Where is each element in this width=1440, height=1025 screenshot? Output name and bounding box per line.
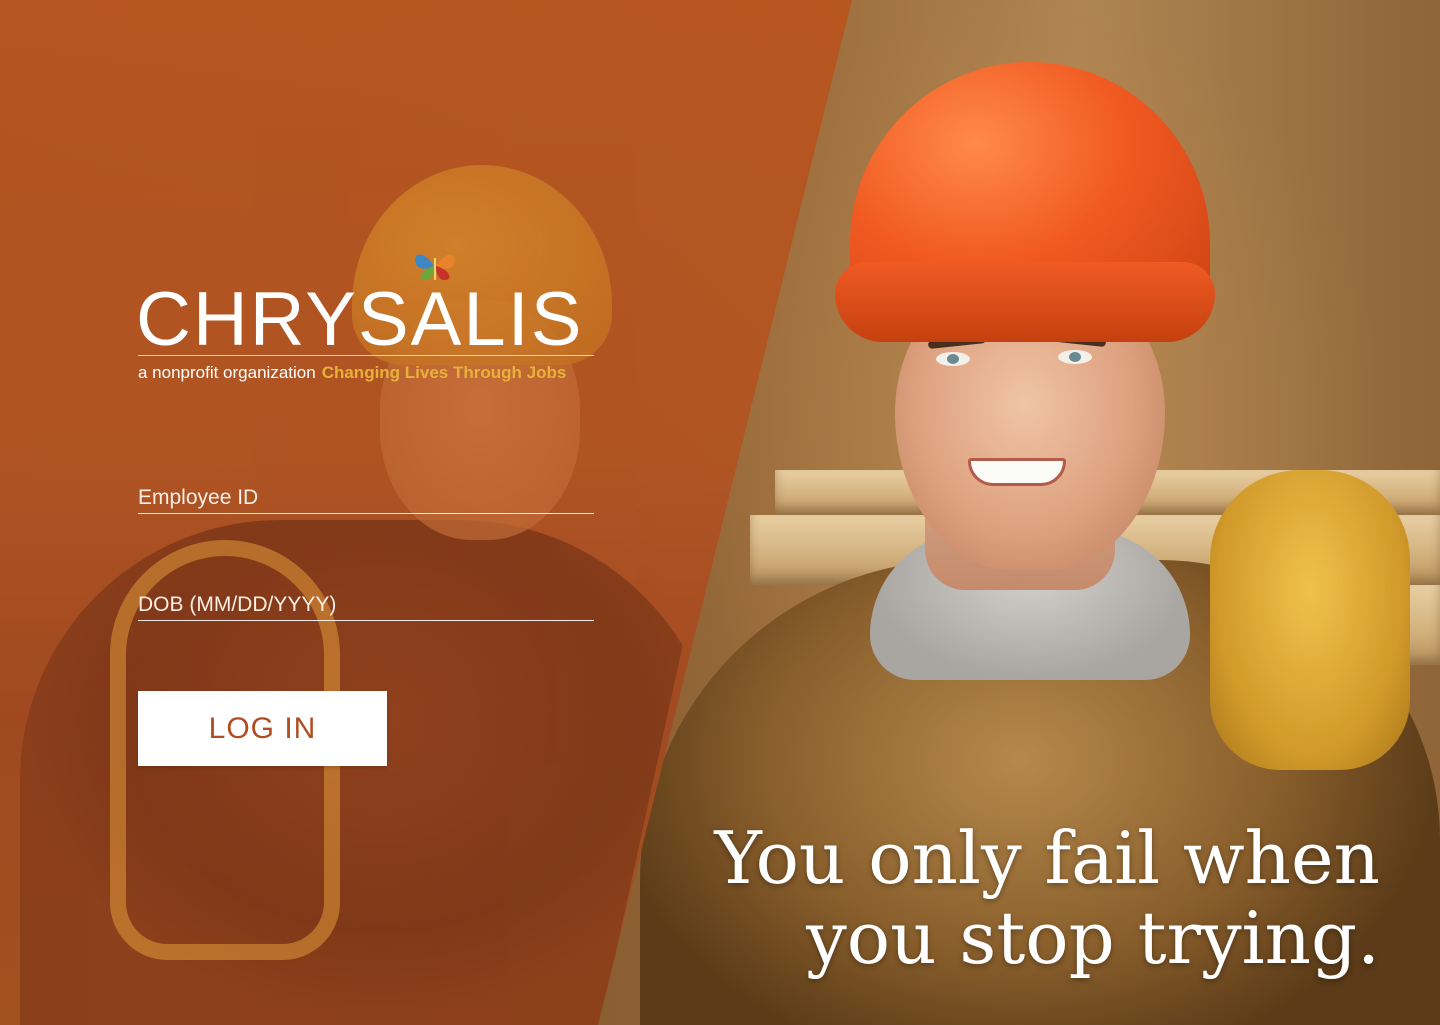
work-glove (1210, 470, 1410, 770)
worker-smile (968, 458, 1066, 486)
tagline-highlight: Changing Lives Through Jobs (321, 363, 567, 382)
motivational-quote: You only fail when you stop trying. (620, 818, 1380, 978)
login-button[interactable]: LOG IN (138, 691, 387, 766)
employee-id-field (138, 482, 594, 514)
quote-line-2: you stop trying. (806, 896, 1380, 980)
employee-id-input[interactable] (138, 482, 594, 513)
tagline-prefix: a nonprofit organization (138, 363, 316, 382)
hard-hat-brim (835, 262, 1215, 342)
quote-line-1: You only fail when (714, 816, 1380, 900)
worker-eye (936, 352, 970, 366)
brand-tagline: a nonprofit organization Changing Lives T… (138, 362, 566, 384)
worker-eye (1058, 350, 1092, 364)
logo-divider (138, 355, 594, 356)
dob-input[interactable] (138, 589, 594, 620)
brand-wordmark: CHRYSALIS (136, 277, 584, 362)
dob-field (138, 589, 594, 621)
